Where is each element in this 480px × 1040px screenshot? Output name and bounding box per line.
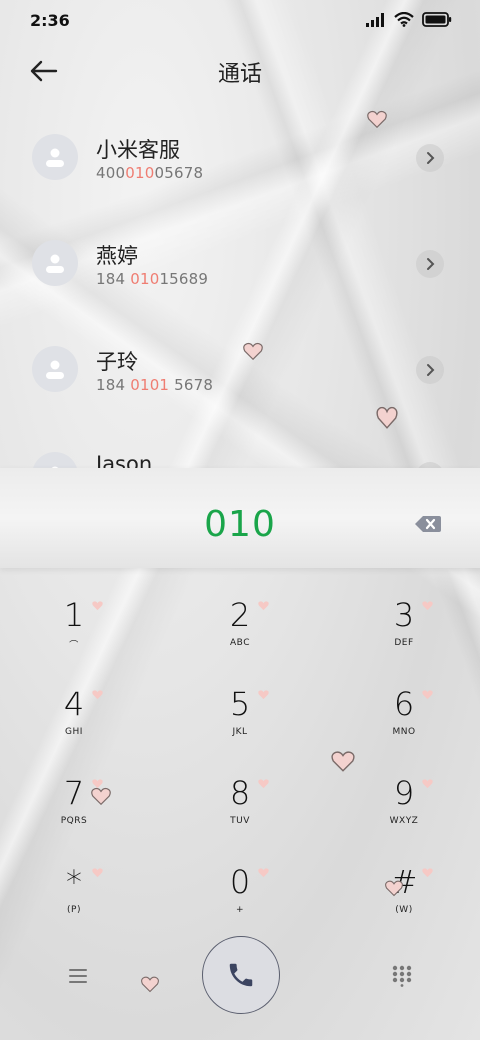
key-letters: + [235,905,245,915]
heart-icon [422,690,433,700]
contact-detail-button[interactable] [416,250,444,278]
key-digit: 6 [393,685,415,723]
heart-icon [243,342,263,361]
key-digit: 5 [229,685,251,723]
key-hash[interactable]: # (W) [344,853,464,933]
heart-icon [385,880,403,897]
heart-icon [92,690,103,700]
key-letters: TUV [230,816,250,826]
key-digit: * [66,863,82,901]
person-icon [46,148,64,167]
key-6[interactable]: 6 MNO [344,675,464,755]
contact-name: 子玲 [96,350,138,374]
voicemail-icon: ⌒ [69,641,79,651]
person-icon [46,254,64,273]
key-letters: DEF [394,638,414,648]
contact-row[interactable]: 子玲 184 0101 5678 [0,316,480,416]
heart-icon [376,406,398,429]
key-7[interactable]: 7 PQRS [14,764,134,844]
person-icon [46,360,64,379]
key-digit: 8 [229,774,251,812]
contact-detail-button[interactable] [416,144,444,172]
key-letters: WXYZ [389,816,419,826]
dial-input-bar: 010 [0,468,480,568]
status-bar: 2:36 [0,0,480,40]
avatar [32,240,78,286]
key-letters: GHI [65,727,83,737]
contact-detail-button[interactable] [416,356,444,384]
key-letters: PQRS [60,816,88,826]
key-digit: 2 [229,596,251,634]
heart-icon [92,868,103,878]
avatar [32,346,78,392]
heart-icon [258,868,269,878]
backspace-icon [415,516,441,532]
keypad: 1 ⌒ 2 ABC 3 DEF 4 GHI 5 JKL 6 MNO 7 PQRS… [0,580,480,940]
heart-icon [367,110,387,129]
chevron-right-icon [427,152,435,164]
heart-icon [92,601,103,611]
heart-icon [422,868,433,878]
key-2[interactable]: 2 ABC [180,586,300,666]
key-digit: 4 [63,685,85,723]
contact-number: 184 0101 5678 [96,376,214,394]
battery-icon [422,12,452,27]
key-digit: 7 [63,774,85,812]
key-1[interactable]: 1 ⌒ [14,586,134,666]
key-letters: (W) [395,905,413,915]
key-5[interactable]: 5 JKL [180,675,300,755]
menu-button[interactable] [64,964,92,988]
heart-icon [258,601,269,611]
status-icons [366,12,452,27]
chevron-right-icon [427,364,435,376]
contact-name: 小米客服 [96,138,180,162]
call-button[interactable] [202,936,280,1014]
status-time: 2:36 [30,11,70,30]
key-3[interactable]: 3 DEF [344,586,464,666]
key-letters: JKL [232,727,248,737]
contact-row[interactable]: 小米客服 40001005678 [0,104,480,204]
dial-number-display[interactable]: 010 [0,504,480,545]
avatar [32,134,78,180]
contact-number: 184 01015689 [96,270,209,288]
contact-row[interactable]: Jason [0,422,480,468]
heart-icon [258,779,269,789]
avatar [32,452,78,468]
key-digit: 1 [63,596,85,634]
bottom-bar [0,934,480,1024]
phone-icon [229,963,253,987]
backspace-button[interactable] [414,514,442,534]
dialpad-grid-icon [392,965,412,987]
heart-icon [331,751,355,772]
key-digit: 3 [393,596,415,634]
key-letters: (P) [67,905,81,915]
heart-icon [422,601,433,611]
key-digit: 0 [229,863,251,901]
contact-name: Jason [96,452,153,468]
heart-icon [258,690,269,700]
header: 通话 [0,48,480,94]
dialpad-toggle-button[interactable] [390,964,414,988]
menu-icon [69,969,87,983]
key-9[interactable]: 9 WXYZ [344,764,464,844]
key-letters: ABC [230,638,250,648]
chevron-right-icon [427,258,435,270]
key-digit: # [390,863,418,901]
key-digit: 9 [393,774,415,812]
heart-icon [91,787,111,806]
key-letters: MNO [392,727,416,737]
contact-list: 小米客服 40001005678 燕婷 184 01015689 子玲 184 … [0,104,480,468]
contact-name: 燕婷 [96,244,138,268]
key-8[interactable]: 8 TUV [180,764,300,844]
signal-icon [366,12,384,27]
heart-icon [422,779,433,789]
contact-number: 40001005678 [96,164,204,182]
wifi-icon [394,12,414,27]
contact-row[interactable]: 燕婷 184 01015689 [0,210,480,310]
page-title: 通话 [217,62,262,87]
key-star[interactable]: * (P) [14,853,134,933]
key-0[interactable]: 0 + [180,853,300,933]
key-4[interactable]: 4 GHI [14,675,134,755]
